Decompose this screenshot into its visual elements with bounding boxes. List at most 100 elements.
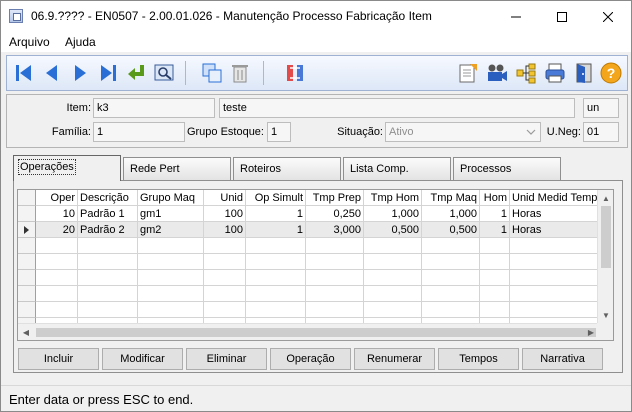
empty-cell[interactable] bbox=[246, 238, 306, 254]
table-cell[interactable]: Padrão 2 bbox=[78, 222, 138, 238]
empty-cell[interactable] bbox=[364, 238, 422, 254]
table-cell[interactable]: Horas bbox=[510, 222, 599, 238]
tempos-button[interactable]: Tempos bbox=[438, 348, 519, 370]
column-header[interactable]: Tmp Prep bbox=[306, 190, 364, 206]
empty-cell[interactable] bbox=[246, 254, 306, 270]
unit-field[interactable]: un bbox=[583, 98, 619, 118]
horizontal-scrollbar[interactable]: ◀ ▶ bbox=[18, 323, 599, 340]
empty-cell[interactable] bbox=[422, 238, 480, 254]
empty-cell[interactable] bbox=[306, 238, 364, 254]
empty-cell[interactable] bbox=[246, 286, 306, 302]
structure-button[interactable] bbox=[514, 61, 538, 85]
column-header[interactable]: Tmp Maq bbox=[422, 190, 480, 206]
empty-cell[interactable] bbox=[78, 238, 138, 254]
table-cell[interactable]: gm1 bbox=[138, 206, 204, 222]
column-header[interactable]: Op Simult bbox=[246, 190, 306, 206]
exit-button[interactable] bbox=[572, 61, 596, 85]
empty-cell[interactable] bbox=[204, 238, 246, 254]
empty-cell[interactable] bbox=[364, 254, 422, 270]
empty-cell[interactable] bbox=[480, 238, 510, 254]
empty-cell[interactable] bbox=[138, 286, 204, 302]
familia-field[interactable]: 1 bbox=[93, 122, 185, 142]
table-cell[interactable]: 0,500 bbox=[422, 222, 480, 238]
row-header[interactable] bbox=[18, 238, 36, 254]
empty-cell[interactable] bbox=[204, 286, 246, 302]
empty-cell[interactable] bbox=[480, 270, 510, 286]
table-cell[interactable]: 1 bbox=[246, 206, 306, 222]
horizontal-scroll-thumb[interactable] bbox=[36, 328, 596, 337]
empty-cell[interactable] bbox=[422, 286, 480, 302]
table-cell[interactable]: 1,000 bbox=[364, 206, 422, 222]
menu-arquivo[interactable]: Arquivo bbox=[9, 35, 50, 49]
table-cell[interactable]: 1,000 bbox=[422, 206, 480, 222]
incluir-button[interactable]: Incluir bbox=[18, 348, 99, 370]
table-cell[interactable]: 20 bbox=[36, 222, 78, 238]
table-cell[interactable]: gm2 bbox=[138, 222, 204, 238]
scroll-left-icon[interactable]: ◀ bbox=[18, 324, 34, 340]
empty-cell[interactable] bbox=[78, 254, 138, 270]
column-header[interactable]: Descrição bbox=[78, 190, 138, 206]
table-cell[interactable]: 1 bbox=[480, 206, 510, 222]
tab-roteiros[interactable]: Roteiros bbox=[233, 157, 341, 180]
empty-cell[interactable] bbox=[364, 286, 422, 302]
grupo-estoque-field[interactable]: 1 bbox=[267, 122, 291, 142]
empty-cell[interactable] bbox=[480, 302, 510, 318]
tab-processos[interactable]: Processos bbox=[453, 157, 561, 180]
column-header[interactable]: Tmp Hom bbox=[364, 190, 422, 206]
report-button[interactable] bbox=[456, 61, 480, 85]
camera-button[interactable] bbox=[485, 61, 509, 85]
empty-cell[interactable] bbox=[306, 254, 364, 270]
delete-button[interactable] bbox=[228, 61, 252, 85]
scroll-up-icon[interactable]: ▲ bbox=[598, 190, 613, 206]
empty-cell[interactable] bbox=[422, 270, 480, 286]
print-button[interactable] bbox=[543, 61, 567, 85]
eliminar-button[interactable]: Eliminar bbox=[186, 348, 267, 370]
empty-cell[interactable] bbox=[78, 286, 138, 302]
row-header[interactable] bbox=[18, 302, 36, 318]
row-header[interactable] bbox=[18, 286, 36, 302]
empty-cell[interactable] bbox=[306, 270, 364, 286]
operations-grid[interactable]: Oper Descrição Grupo Maq Unid Op Simult … bbox=[17, 189, 614, 341]
table-cell[interactable]: 0,250 bbox=[306, 206, 364, 222]
search-button[interactable] bbox=[152, 61, 176, 85]
row-header[interactable] bbox=[18, 254, 36, 270]
column-header[interactable]: Hom bbox=[480, 190, 510, 206]
empty-cell[interactable] bbox=[36, 286, 78, 302]
table-cell[interactable]: 100 bbox=[204, 222, 246, 238]
empty-cell[interactable] bbox=[78, 302, 138, 318]
empty-cell[interactable] bbox=[364, 302, 422, 318]
vertical-scroll-thumb[interactable] bbox=[601, 206, 611, 268]
empty-cell[interactable] bbox=[36, 302, 78, 318]
tab-lista-comp[interactable]: Lista Comp. bbox=[343, 157, 451, 180]
last-record-button[interactable] bbox=[96, 61, 120, 85]
empty-cell[interactable] bbox=[480, 254, 510, 270]
row-header[interactable] bbox=[18, 270, 36, 286]
empty-cell[interactable] bbox=[204, 302, 246, 318]
empty-cell[interactable] bbox=[246, 270, 306, 286]
empty-cell[interactable] bbox=[36, 270, 78, 286]
item-description-field[interactable]: teste bbox=[219, 98, 575, 118]
empty-cell[interactable] bbox=[138, 254, 204, 270]
table-cell[interactable]: 1 bbox=[246, 222, 306, 238]
item-code-field[interactable]: k3 bbox=[93, 98, 215, 118]
table-cell[interactable]: Horas bbox=[510, 206, 599, 222]
table-cell[interactable]: 0,500 bbox=[364, 222, 422, 238]
row-header[interactable] bbox=[18, 206, 36, 222]
empty-cell[interactable] bbox=[422, 254, 480, 270]
copy-button[interactable] bbox=[200, 61, 224, 85]
empty-cell[interactable] bbox=[204, 270, 246, 286]
empty-cell[interactable] bbox=[204, 254, 246, 270]
tab-operacoes[interactable]: Operações bbox=[13, 155, 121, 181]
empty-cell[interactable] bbox=[78, 270, 138, 286]
empty-cell[interactable] bbox=[36, 254, 78, 270]
modificar-button[interactable]: Modificar bbox=[102, 348, 183, 370]
column-header[interactable]: Grupo Maq bbox=[138, 190, 204, 206]
empty-cell[interactable] bbox=[306, 302, 364, 318]
empty-cell[interactable] bbox=[138, 270, 204, 286]
empty-cell[interactable] bbox=[480, 286, 510, 302]
situacao-select[interactable]: Ativo bbox=[385, 122, 541, 142]
menu-ajuda[interactable]: Ajuda bbox=[65, 35, 96, 49]
tab-rede-pert[interactable]: Rede Pert bbox=[123, 157, 231, 180]
table-cell[interactable]: 3,000 bbox=[306, 222, 364, 238]
help-button[interactable]: ? bbox=[599, 61, 623, 85]
